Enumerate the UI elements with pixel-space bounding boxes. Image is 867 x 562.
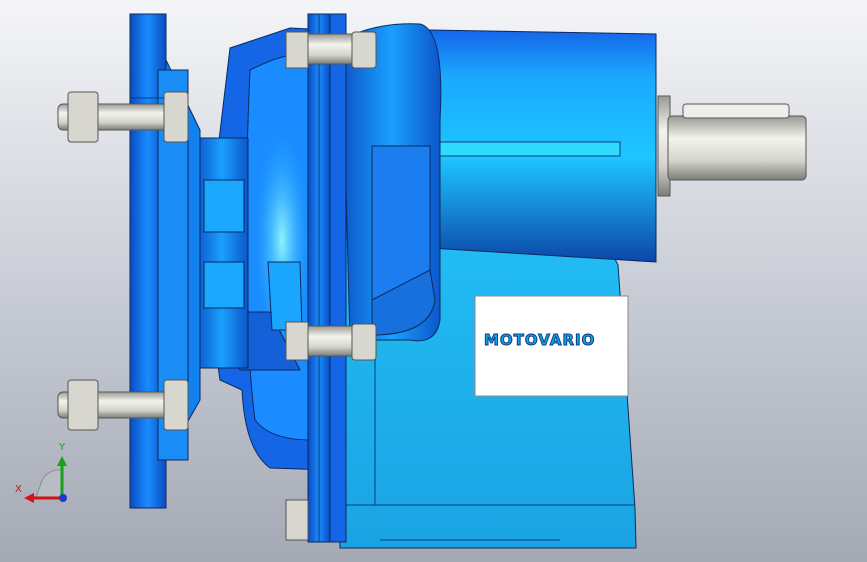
axis-y-label: Y (59, 442, 66, 453)
input-flange (129, 13, 201, 509)
middle-flange (307, 13, 347, 543)
axis-x-label: X (15, 484, 22, 495)
output-shaft (657, 95, 807, 197)
gear-reducer-model (24, 13, 807, 549)
axis-triad (24, 456, 67, 503)
cad-viewport[interactable]: MOTOVARIO Y X (0, 0, 867, 562)
brand-label: MOTOVARIO (484, 331, 596, 350)
input-neck (195, 137, 249, 369)
